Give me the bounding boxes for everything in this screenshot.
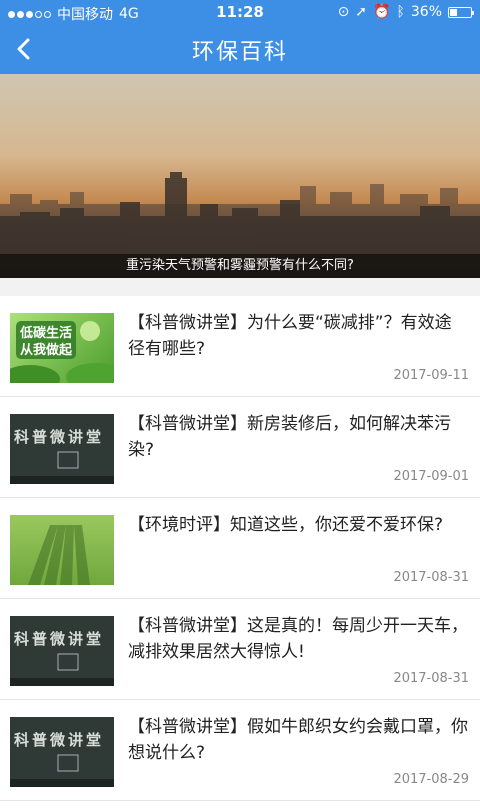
- article-title: 【科普微讲堂】新房装修后，如何解决苯污染?: [128, 414, 451, 460]
- article-title: 【科普微讲堂】假如牛郎织女约会戴口罩，你想说什么?: [128, 717, 468, 763]
- article-item[interactable]: 科普微讲堂 【科普微讲堂】这是真的！每周少开一天车，减排效果居然大得惊人! 20…: [0, 599, 480, 700]
- thumb-text-line1: 低碳生活: [19, 325, 72, 341]
- thumb-board-text: 科普微讲堂: [14, 428, 104, 446]
- battery-percent: 36%: [410, 4, 442, 20]
- article-list: 低碳生活 从我做起 【科普微讲堂】为什么要“碳减排”？有效途径有哪些? 2017…: [0, 296, 480, 811]
- article-thumbnail: 科普微讲堂: [10, 717, 114, 787]
- article-thumbnail: 科普微讲堂: [10, 616, 114, 686]
- location-icon: ➚: [355, 4, 368, 20]
- article-item[interactable]: 科普微讲堂 【科普微讲堂】假如牛郎织女约会戴口罩，你想说什么? 2017-08-…: [0, 700, 480, 801]
- article-date: 2017-08-31: [393, 570, 469, 585]
- battery-icon: [448, 6, 474, 18]
- lock-rotation-icon: ⊙: [337, 4, 350, 20]
- article-title: 【科普微讲堂】这是真的！每周少开一天车，减排效果居然大得惊人!: [128, 616, 468, 662]
- article-title: 【科普微讲堂】为什么要“碳减排”？有效途径有哪些?: [128, 313, 452, 359]
- thumb-board-text: 科普微讲堂: [14, 731, 104, 749]
- thumb-text-line2: 从我做起: [20, 342, 73, 358]
- hero-caption: 重污染天气预警和雾霾预警有什么不同?: [0, 254, 480, 278]
- page-title: 环保百科: [191, 40, 288, 65]
- article-thumbnail: [10, 515, 114, 585]
- article-date: 2017-09-11: [393, 368, 469, 383]
- article-item[interactable]: 科普微讲堂 【科普微讲堂】新房装修后，如何解决苯污染? 2017-09-01: [0, 397, 480, 498]
- city-skyline-image: [0, 172, 480, 278]
- article-thumbnail: 科普微讲堂: [10, 414, 114, 484]
- article-date: 2017-08-31: [393, 671, 469, 686]
- hero-banner[interactable]: 重污染天气预警和雾霾预警有什么不同?: [0, 74, 480, 278]
- alarm-icon: ⏰: [373, 4, 391, 20]
- nav-bar: 环保百科: [0, 24, 480, 74]
- status-right: ⊙ ➚ ⏰ ᛒ 36%: [337, 4, 474, 20]
- article-item[interactable]: 【环境时评】知道这些，你还爱不爱环保? 2017-08-31: [0, 498, 480, 599]
- article-title: 【环境时评】知道这些，你还爱不爱环保?: [128, 515, 444, 535]
- article-date: 2017-08-29: [393, 772, 469, 787]
- article-item[interactable]: 低碳生活 从我做起 【科普微讲堂】为什么要“碳减排”？有效途径有哪些? 2017…: [0, 296, 480, 397]
- status-bar: 中国移动 4G 11:28 ⊙ ➚ ⏰ ᛒ 36%: [0, 0, 480, 24]
- thumb-board-text: 科普微讲堂: [14, 630, 104, 648]
- article-date: 2017-09-01: [393, 469, 469, 484]
- article-thumbnail: 低碳生活 从我做起: [10, 313, 114, 383]
- bluetooth-icon: ᛒ: [396, 4, 405, 20]
